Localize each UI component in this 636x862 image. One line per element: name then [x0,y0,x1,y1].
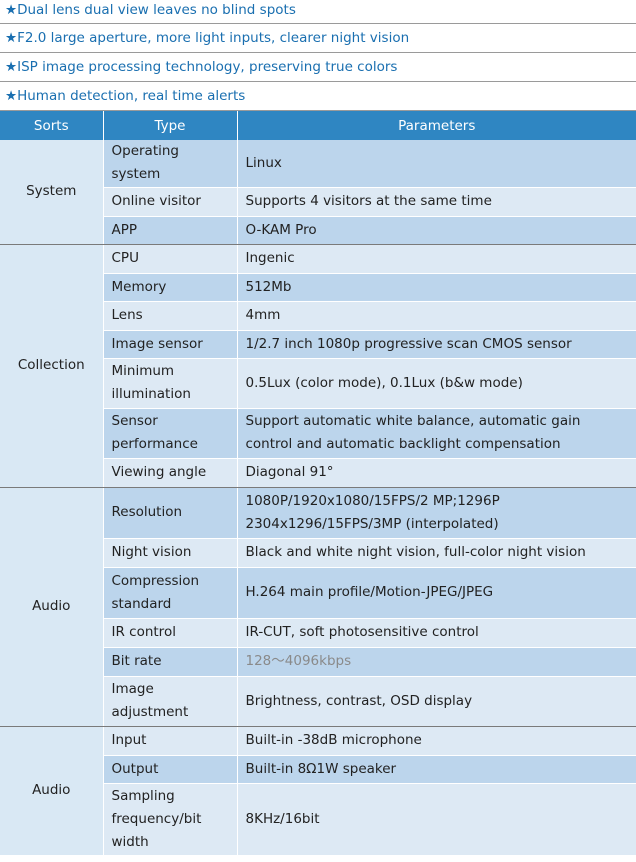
type-cell: Image sensor [103,330,238,359]
type-cell: Bit rate [103,647,238,677]
feature-list: ★Dual lens dual view leaves no blind spo… [0,0,636,111]
feature-item: ★Human detection, real time alerts [0,82,636,111]
param-cell: 0.5Lux (color mode), 0.1Lux (b&w mode) [237,358,636,409]
feature-item: ★F2.0 large aperture, more light inputs,… [0,24,636,53]
type-cell: Minimum illumination [103,358,238,409]
param-cell: Ingenic [237,244,636,274]
type-cell: Sampling frequency/bit width [103,783,238,856]
type-cell: Compression standard [103,567,238,619]
feature-item: ★Dual lens dual view leaves no blind spo… [0,0,636,24]
param-cell: Brightness, contrast, OSD display [237,676,636,727]
table-row: Audio Resolution 1080P/1920x1080/15FPS/2… [0,487,636,727]
header-parameters: Parameters [237,111,636,140]
type-cell: Operating system [103,140,238,188]
param-cell: Supports 4 visitors at the same time [237,187,636,217]
header-type: Type [103,111,238,140]
param-cell: 8KHz/16bit [237,783,636,856]
table-header-row: Sorts Type Parameters [0,111,636,140]
sort-cell-audio: Audio [0,726,104,856]
type-cell: Sensor performance [103,408,238,459]
table-row: System Operating system Linux [0,140,636,245]
type-cell: Output [103,755,238,784]
param-cell: 4mm [237,301,636,331]
table-row: Audio Input Built-in -38dB microphone [0,726,636,856]
type-cell: Memory [103,273,238,302]
table-row: Collection CPU Ingenic [0,244,636,488]
sort-cell-collection: Collection [0,244,104,488]
type-cell: Viewing angle [103,458,238,488]
feature-item: ★ISP image processing technology, preser… [0,53,636,82]
param-cell: Support automatic white balance, automat… [237,408,636,459]
type-cell: CPU [103,244,238,274]
type-cell: Resolution [103,487,238,539]
param-cell: 128～4096kbps [237,647,636,677]
param-cell: 512Mb [237,273,636,302]
spec-table: Sorts Type Parameters System Operating s… [0,111,636,856]
param-cell: 1/2.7 inch 1080p progressive scan CMOS s… [237,330,636,359]
type-cell: Night vision [103,538,238,568]
type-cell: IR control [103,618,238,648]
sort-cell-audio: Audio [0,487,104,727]
type-cell: Online visitor [103,187,238,217]
type-cell: APP [103,216,238,245]
type-cell: Input [103,726,238,756]
param-cell: Built-in -38dB microphone [237,726,636,756]
param-cell: 1080P/1920x1080/15FPS/2 MP;1296P 2304x12… [237,487,636,539]
type-cell: Image adjustment [103,676,238,727]
param-cell: Black and white night vision, full-color… [237,538,636,568]
param-cell: IR-CUT, soft photosensitive control [237,618,636,648]
param-cell: Built-in 8Ω1W speaker [237,755,636,784]
param-cell: Linux [237,140,636,188]
param-cell: H.264 main profile/Motion-JPEG/JPEG [237,567,636,619]
header-sorts: Sorts [0,111,104,140]
param-cell: Diagonal 91° [237,458,636,488]
type-cell: Lens [103,301,238,331]
param-cell: O-KAM Pro [237,216,636,245]
sort-cell-system: System [0,140,104,245]
